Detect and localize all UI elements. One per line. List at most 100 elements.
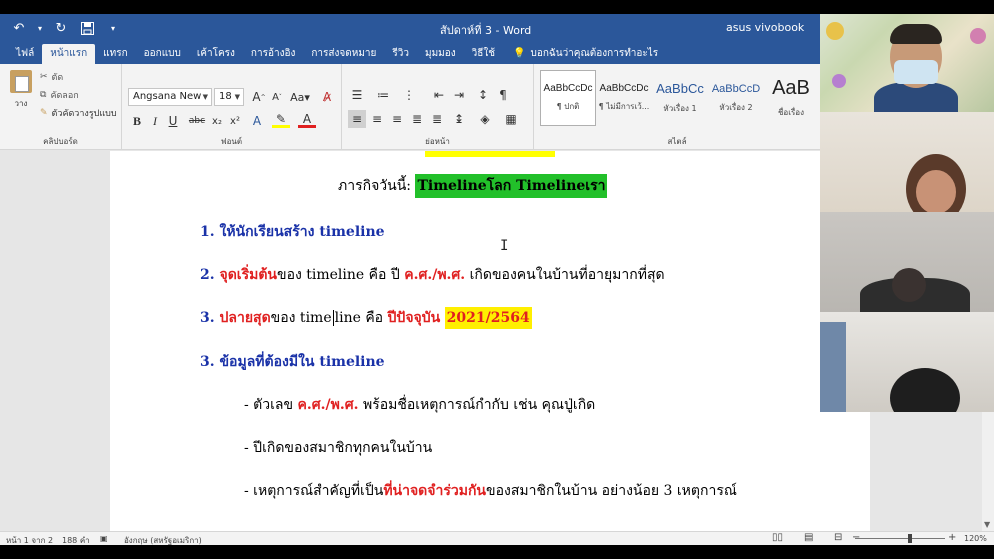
video-tile-participant-4[interactable] xyxy=(820,312,994,412)
zoom-slider-thumb[interactable] xyxy=(908,534,912,543)
font-group-label: ฟอนต์ xyxy=(220,137,243,146)
video-tile-participant-2[interactable] xyxy=(820,112,994,212)
read-mode-icon[interactable]: ▯▯ xyxy=(772,532,783,543)
item3-bold: ปลายสุด xyxy=(219,310,271,326)
print-layout-icon[interactable]: ▤ xyxy=(804,532,813,543)
language[interactable]: อังกฤษ (สหรัฐอเมริกา) xyxy=(124,534,202,545)
increase-indent-icon[interactable]: ⇥ xyxy=(450,86,468,104)
item3-text-a: ของ time xyxy=(270,310,332,326)
distributed-icon[interactable]: ≣ xyxy=(428,110,446,128)
video-tile-participant-3[interactable] xyxy=(820,212,994,312)
decrease-indent-icon[interactable]: ⇤ xyxy=(430,86,448,104)
pilcrow-icon[interactable]: ¶ xyxy=(494,86,512,104)
tab-file[interactable]: ไฟล์ xyxy=(8,44,42,64)
item2-bold: จุดเริ่มต้น xyxy=(219,267,278,283)
style-heading-1[interactable]: AaBbCc หัวเรื่อง 1 xyxy=(652,70,708,126)
undo-icon[interactable]: ↶ xyxy=(10,19,28,37)
title-bar: ↶ ▾ ↻ ▾ สัปดาห์ที่ 3 - Word asus vivoboo… xyxy=(0,14,820,42)
tab-help[interactable]: วิธีใช้ xyxy=(464,44,503,64)
change-case-icon[interactable]: Aa▾ xyxy=(288,88,312,106)
doc-item-4: 3. ข้อมูลที่ต้องมีใน timeline xyxy=(200,354,385,370)
item2-number: 2. xyxy=(200,267,220,283)
heading-highlight: Timelineโลก Timelineเรา xyxy=(415,174,608,198)
proofing-icon[interactable]: ▣ xyxy=(100,534,108,543)
borders-icon[interactable]: ▦ xyxy=(502,110,520,128)
font-size-select[interactable]: 18 ▼ xyxy=(214,88,244,106)
tab-layout[interactable]: เค้าโครง xyxy=(189,44,243,64)
style-sample: AaBbCcD xyxy=(711,82,761,95)
undo-dropdown-icon[interactable]: ▾ xyxy=(36,19,44,37)
superscript-icon[interactable]: x² xyxy=(226,112,244,130)
document-page[interactable]: ภารกิจวันนี้: Timelineโลก Timelineเรา 1.… xyxy=(110,151,870,531)
numbering-icon[interactable]: ≔ xyxy=(374,86,392,104)
style-name: ชื่อเรื่อง xyxy=(778,108,804,117)
style-no-spacing[interactable]: AaBbCcDc ¶ ไม่มีการเว้... xyxy=(596,70,652,126)
person-hair xyxy=(890,368,960,412)
redo-icon[interactable]: ↻ xyxy=(52,19,70,37)
bullet1-b: พร้อมชื่อเหตุการณ์กำกับ เช่น คุณปู่เกิด xyxy=(358,397,596,413)
style-heading-2[interactable]: AaBbCcD หัวเรื่อง 2 xyxy=(708,70,764,126)
style-name: ¶ ไม่มีการเว้... xyxy=(598,102,650,111)
page-count[interactable]: หน้า 1 จาก 2 xyxy=(6,534,53,545)
customize-toolbar-icon[interactable]: ▾ xyxy=(104,19,122,37)
cut-button[interactable]: ✂ ตัด xyxy=(40,70,63,84)
zoom-in-icon[interactable]: + xyxy=(948,532,956,543)
zoom-slider[interactable] xyxy=(855,538,945,539)
italic-icon[interactable]: I xyxy=(146,112,164,130)
scroll-down-icon[interactable]: ▼ xyxy=(984,520,990,529)
align-right-icon[interactable]: ≡ xyxy=(388,110,406,128)
text-effects-icon[interactable]: A xyxy=(248,112,266,130)
styles-group-label: สไตล์ xyxy=(667,137,687,146)
justify-icon[interactable]: ≣ xyxy=(408,110,426,128)
subscript-icon[interactable]: x₂ xyxy=(208,112,226,130)
bullets-icon[interactable]: ☰ xyxy=(348,86,366,104)
clipboard-group: วาง ✂ ตัด ⧉ คัดลอก ✎ ตัวคัดวางรูปแบบ คลิ… xyxy=(0,64,122,150)
zoom-level[interactable]: 120% xyxy=(964,534,987,543)
video-tile-teacher[interactable] xyxy=(820,14,994,112)
shrink-font-icon[interactable]: Aˇ xyxy=(268,88,286,106)
paste-button[interactable]: วาง xyxy=(8,70,34,110)
highlight-strip xyxy=(425,151,555,157)
web-layout-icon[interactable]: ⊟ xyxy=(834,532,842,543)
format-painter-button[interactable]: ✎ ตัวคัดวางรูปแบบ xyxy=(40,106,117,120)
shading-icon[interactable]: ◈ xyxy=(476,110,494,128)
tab-insert[interactable]: แทรก xyxy=(95,44,135,64)
style-title[interactable]: AaB ชื่อเรื่อง xyxy=(764,70,818,126)
font-name-value: Angsana New xyxy=(133,91,202,102)
format-painter-icon: ✎ xyxy=(40,108,48,118)
align-center-icon[interactable]: ≡ xyxy=(368,110,386,128)
line-spacing-icon[interactable]: ↨ xyxy=(450,110,468,128)
bold-icon[interactable]: B xyxy=(128,112,146,130)
doc-heading: ภารกิจวันนี้: Timelineโลก Timelineเรา xyxy=(338,174,608,198)
tab-view[interactable]: มุมมอง xyxy=(417,44,464,64)
clear-formatting-icon[interactable]: A̷ xyxy=(318,88,336,106)
font-name-select[interactable]: Angsana New ▼ xyxy=(128,88,212,106)
video-call-panel xyxy=(820,14,994,412)
tab-mailings[interactable]: การส่งจดหมาย xyxy=(303,44,384,64)
background-object xyxy=(820,322,846,412)
tab-references[interactable]: การอ้างอิง xyxy=(243,44,303,64)
strikethrough-icon[interactable]: abc xyxy=(188,112,206,130)
tell-me-box[interactable]: 💡 บอกฉันว่าคุณต้องการทำอะไร xyxy=(513,44,658,64)
save-icon[interactable] xyxy=(78,19,96,37)
tab-design[interactable]: ออกแบบ xyxy=(136,44,189,64)
align-left-icon[interactable]: ≡ xyxy=(348,110,366,128)
highlight-icon[interactable]: ✎ xyxy=(272,112,290,128)
style-normal[interactable]: AaBbCcDc ¶ ปกติ xyxy=(540,70,596,126)
item2-tail: เกิดของคนในบ้านที่อายุมากที่สุด xyxy=(465,267,665,283)
word-count[interactable]: 188 คำ xyxy=(62,534,90,545)
document-title: สัปดาห์ที่ 3 - Word xyxy=(440,24,532,37)
font-color-icon[interactable]: A xyxy=(298,112,316,128)
account-name[interactable]: asus vivobook xyxy=(726,21,804,34)
flower-decoration xyxy=(826,22,844,40)
person-face xyxy=(916,170,956,212)
sort-icon[interactable]: ↕ xyxy=(474,86,492,104)
tab-review[interactable]: รีวิว xyxy=(384,44,417,64)
multilevel-list-icon[interactable]: ⋮ xyxy=(400,86,418,104)
item2-red: ค.ศ./พ.ศ. xyxy=(404,267,466,283)
underline-icon[interactable]: U xyxy=(164,112,182,130)
tell-me-text: บอกฉันว่าคุณต้องการทำอะไร xyxy=(530,48,659,59)
copy-button[interactable]: ⧉ คัดลอก xyxy=(40,88,79,102)
grow-font-icon[interactable]: A ^ xyxy=(250,88,268,106)
tab-home[interactable]: หน้าแรก xyxy=(42,44,96,64)
